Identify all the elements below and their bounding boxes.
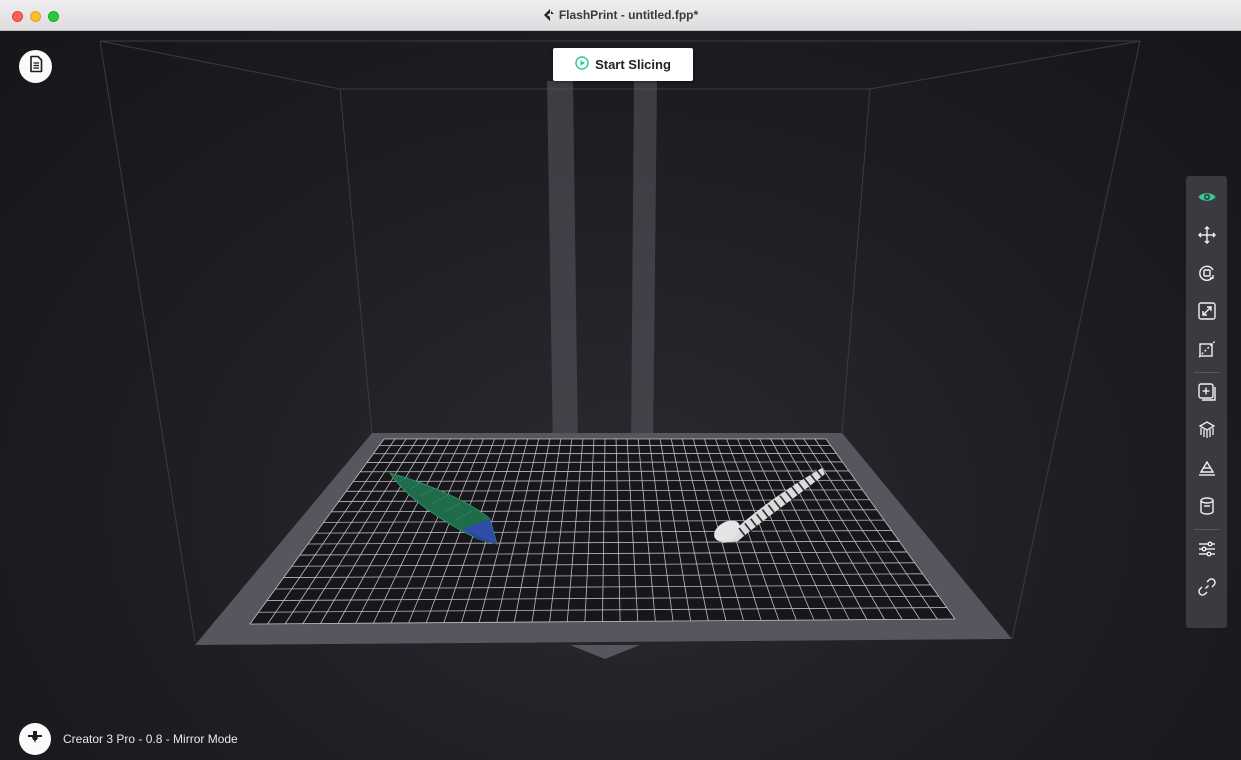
build-volume-scene [99, 40, 1141, 659]
printer-status-text: Creator 3 Pro - 0.8 - Mirror Mode [63, 732, 238, 746]
window-titlebar: FlashPrint - untitled.fpp* [0, 0, 1241, 31]
scale-tool-button[interactable] [1191, 297, 1223, 329]
document-icon [27, 55, 45, 78]
toolbar-separator [1193, 372, 1220, 373]
link-icon [1197, 577, 1217, 602]
rotate-tool-button[interactable] [1191, 259, 1223, 291]
cut-icon [1197, 339, 1217, 364]
add-model-tool-button[interactable] [1191, 378, 1223, 410]
supports-tool-button[interactable] [1191, 416, 1223, 448]
printer-status: Creator 3 Pro - 0.8 - Mirror Mode [19, 723, 238, 755]
gantry-beam-left [547, 81, 578, 451]
flashprint-logo-icon [543, 9, 555, 24]
toolbar-separator [1193, 529, 1220, 530]
cut-tool-button[interactable] [1191, 335, 1223, 367]
window-title: FlashPrint - untitled.fpp* [558, 8, 699, 22]
window-title-wrap: FlashPrint - untitled.fpp* [0, 8, 1241, 24]
rotate-icon [1197, 263, 1217, 288]
sliders-icon [1197, 539, 1217, 564]
platform-front-notch [570, 645, 640, 659]
move-tool-button[interactable] [1191, 221, 1223, 253]
move-arrows-icon [1197, 225, 1217, 250]
extruder-icon [26, 728, 44, 751]
start-slicing-button[interactable]: Start Slicing [553, 48, 693, 81]
cylinder-icon [1197, 496, 1217, 521]
add-box-icon [1197, 382, 1217, 407]
scale-icon [1197, 301, 1217, 326]
start-slicing-label: Start Slicing [595, 57, 671, 72]
cylinder-tool-button[interactable] [1191, 492, 1223, 524]
lay-flat-tool-button[interactable] [1191, 454, 1223, 486]
supports-icon [1197, 420, 1217, 445]
right-toolbar [1186, 176, 1227, 628]
printer-select-button[interactable] [19, 723, 51, 755]
link-tool-button[interactable] [1191, 573, 1223, 605]
gantry-beam-right [631, 81, 657, 451]
view-tool-button[interactable] [1191, 183, 1223, 215]
lay-flat-icon [1197, 458, 1217, 483]
eye-icon [1197, 187, 1217, 212]
file-button[interactable] [19, 50, 52, 83]
play-circle-icon [575, 56, 589, 73]
3d-viewport[interactable]: Start Slicing Creator 3 Pro - 0.8 - Mirr… [0, 31, 1241, 760]
settings-tool-button[interactable] [1191, 535, 1223, 567]
